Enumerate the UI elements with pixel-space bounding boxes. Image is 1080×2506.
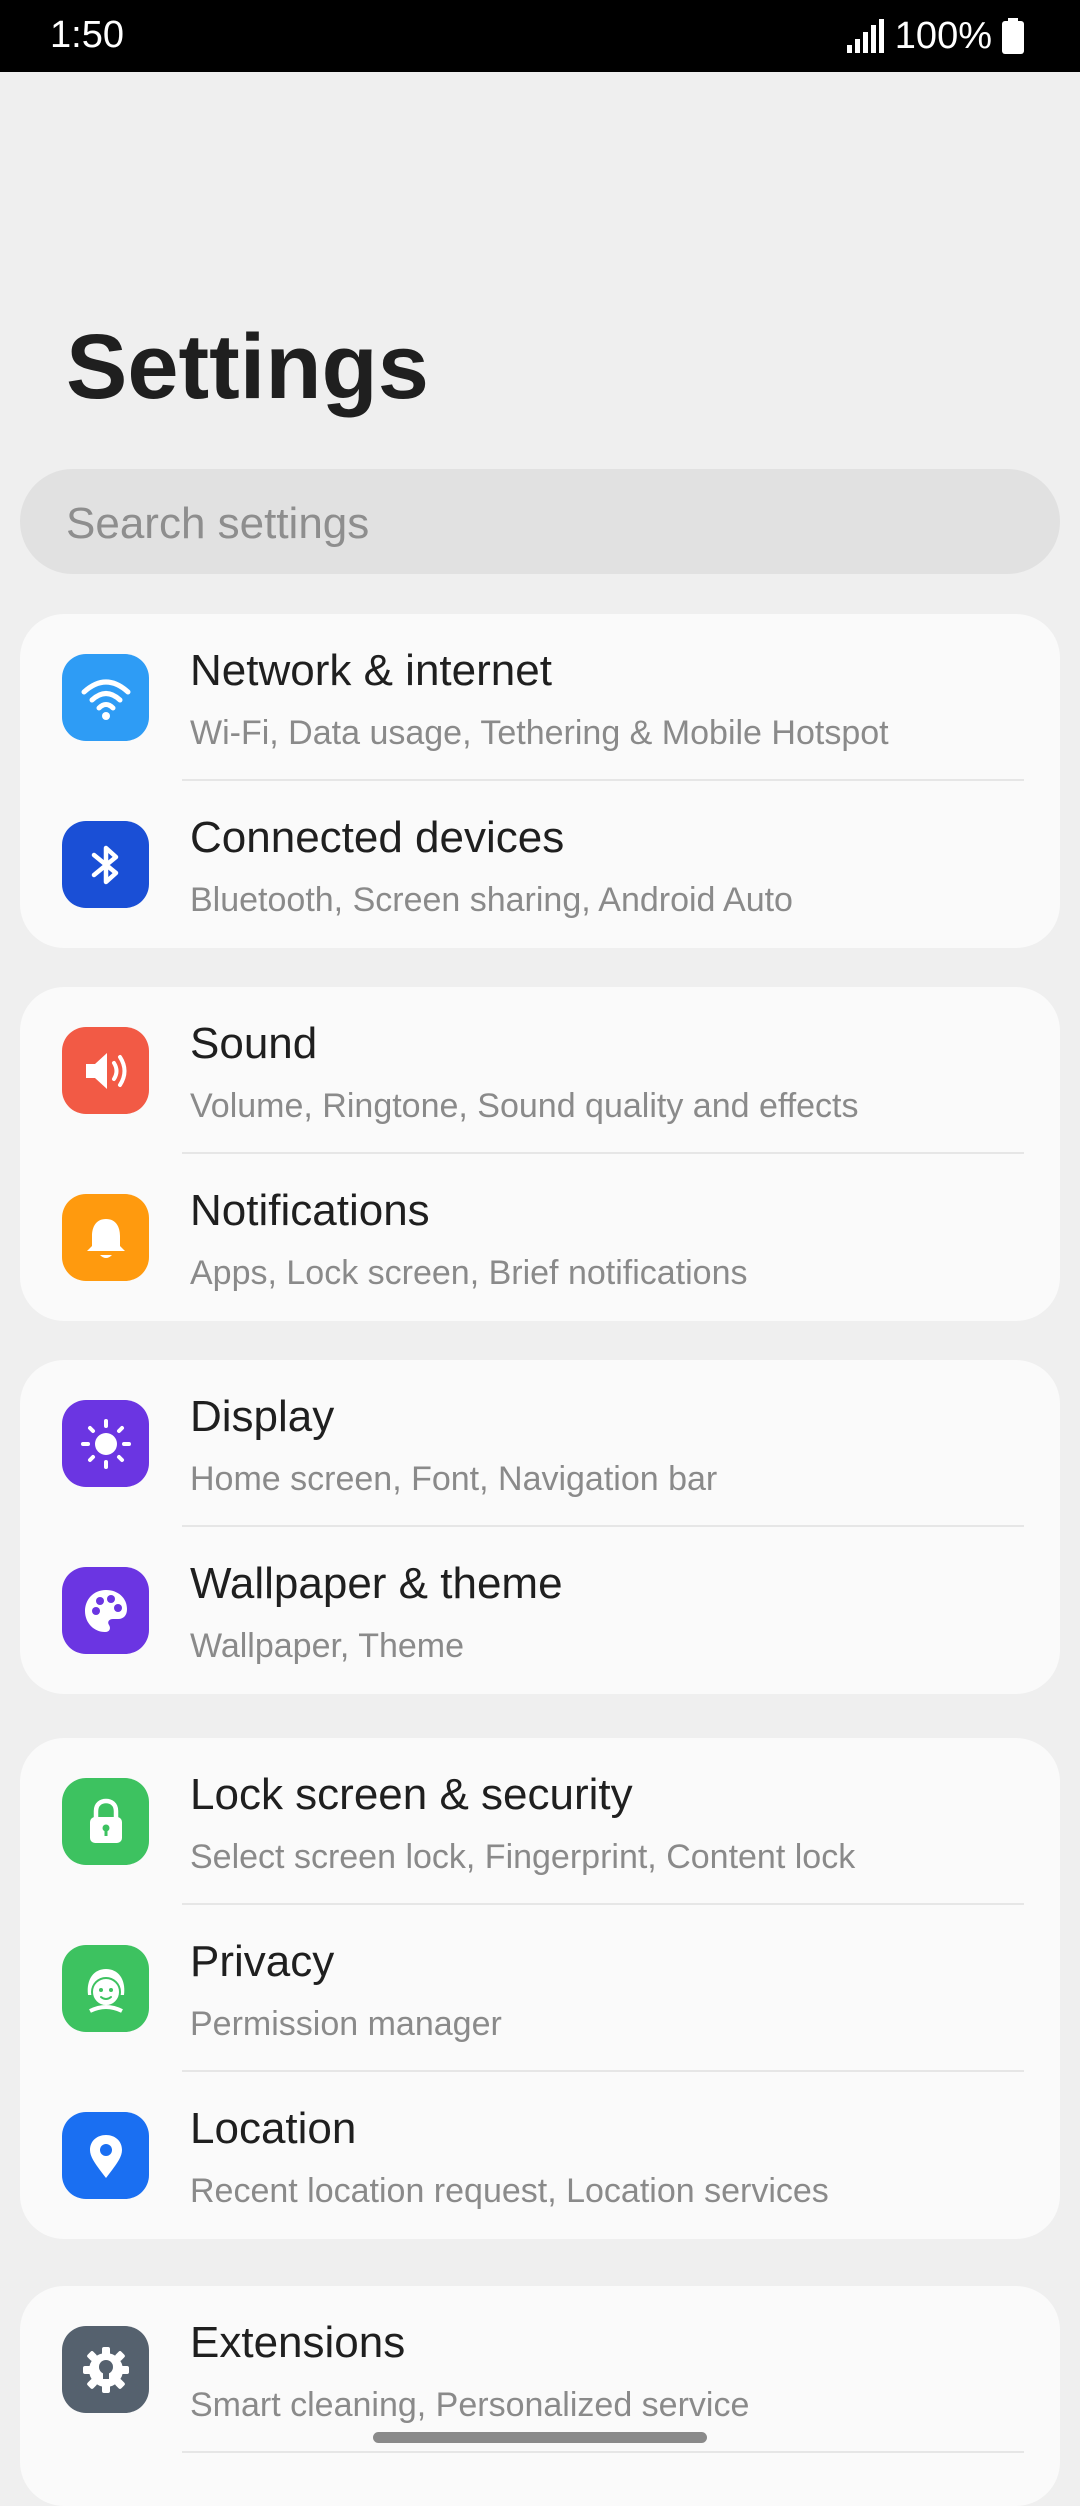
lock-icon	[62, 1778, 149, 1865]
item-title: Privacy	[190, 1937, 335, 1986]
item-subtitle: Recent location request, Location servic…	[190, 2172, 829, 2210]
bluetooth-icon	[62, 821, 149, 908]
speaker-icon	[62, 1027, 149, 1114]
status-icons: 100%	[845, 14, 1024, 58]
settings-group-connectivity: Network & internet Wi-Fi, Data usage, Te…	[20, 614, 1060, 948]
item-subtitle: Home screen, Font, Navigation bar	[190, 1460, 718, 1498]
location-pin-icon	[62, 2112, 149, 2199]
item-title: Location	[190, 2104, 357, 2153]
item-title: Wallpaper & theme	[190, 1559, 563, 1608]
item-subtitle: Apps, Lock screen, Brief notifications	[190, 1254, 748, 1292]
brightness-icon	[62, 1400, 149, 1487]
settings-item-extensions[interactable]: Extensions Smart cleaning, Personalized …	[20, 2286, 1060, 2453]
item-subtitle: Select screen lock, Fingerprint, Content…	[190, 1838, 856, 1876]
bell-icon	[62, 1194, 149, 1281]
item-subtitle: Permission manager	[190, 2005, 502, 2043]
item-title: Network & internet	[190, 646, 552, 695]
privacy-face-icon	[62, 1945, 149, 2032]
status-time: 1:50	[50, 14, 124, 56]
signal-icon	[846, 19, 884, 53]
item-title: Extensions	[190, 2318, 406, 2367]
settings-item-wallpaper[interactable]: Wallpaper & theme Wallpaper, Theme	[20, 1527, 1060, 1694]
navigation-handle[interactable]	[373, 2432, 707, 2443]
status-bar: 1:50 100%	[0, 0, 1080, 72]
battery-percent: 100%	[894, 14, 992, 57]
page-title: Settings	[66, 316, 429, 418]
divider	[182, 2451, 1024, 2453]
settings-group-security: Lock screen & security Select screen loc…	[20, 1738, 1060, 2239]
settings-group-extensions: Extensions Smart cleaning, Personalized …	[20, 2286, 1060, 2506]
settings-item-display[interactable]: Display Home screen, Font, Navigation ba…	[20, 1360, 1060, 1527]
battery-icon	[1002, 18, 1024, 54]
settings-group-display: Display Home screen, Font, Navigation ba…	[20, 1360, 1060, 1694]
wifi-icon	[62, 654, 149, 741]
gear-bulb-icon	[62, 2326, 149, 2413]
settings-item-notifications[interactable]: Notifications Apps, Lock screen, Brief n…	[20, 1154, 1060, 1321]
item-title: Sound	[190, 1019, 318, 1068]
palette-icon	[62, 1567, 149, 1654]
item-subtitle: Smart cleaning, Personalized service	[190, 2386, 750, 2424]
settings-item-privacy[interactable]: Privacy Permission manager	[20, 1905, 1060, 2072]
settings-item-sound[interactable]: Sound Volume, Ringtone, Sound quality an…	[20, 987, 1060, 1154]
settings-group-sound: Sound Volume, Ringtone, Sound quality an…	[20, 987, 1060, 1321]
item-subtitle: Wallpaper, Theme	[190, 1627, 465, 1665]
settings-item-network[interactable]: Network & internet Wi-Fi, Data usage, Te…	[20, 614, 1060, 781]
item-title: Lock screen & security	[190, 1770, 633, 1819]
item-subtitle: Bluetooth, Screen sharing, Android Auto	[190, 881, 793, 919]
item-subtitle: Wi-Fi, Data usage, Tethering & Mobile Ho…	[190, 714, 889, 752]
settings-item-connected-devices[interactable]: Connected devices Bluetooth, Screen shar…	[20, 781, 1060, 948]
item-title: Connected devices	[190, 813, 565, 862]
settings-item-lock-screen[interactable]: Lock screen & security Select screen loc…	[20, 1738, 1060, 1905]
item-title: Notifications	[190, 1186, 430, 1235]
item-title: Display	[190, 1392, 335, 1441]
item-subtitle: Volume, Ringtone, Sound quality and effe…	[190, 1087, 859, 1125]
search-input[interactable]: Search settings	[66, 499, 369, 549]
settings-item-location[interactable]: Location Recent location request, Locati…	[20, 2072, 1060, 2239]
search-bar[interactable]: Search settings	[20, 469, 1060, 574]
